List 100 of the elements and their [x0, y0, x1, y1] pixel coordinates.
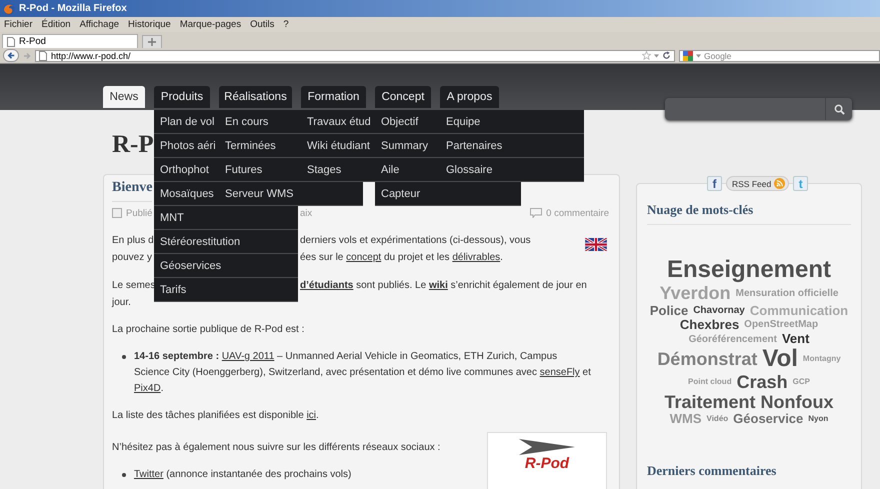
- tag-link[interactable]: Nonfoux: [760, 392, 834, 412]
- paragraph-text: Twitter (annonce instantanée des prochains vols): [134, 468, 352, 482]
- arrow-icon: [519, 439, 575, 455]
- star-icon[interactable]: [642, 51, 651, 60]
- dropdown-item[interactable]: Equipe: [440, 110, 584, 134]
- tag-link[interactable]: Enseignement: [666, 257, 832, 284]
- dropdown-item[interactable]: Summary: [375, 134, 440, 158]
- firefox-icon: [3, 2, 15, 14]
- nav-tab[interactable]: News: [103, 86, 145, 108]
- dropdown-item[interactable]: En cours: [219, 110, 301, 134]
- nav-tab[interactable]: Réalisations: [219, 86, 292, 108]
- menu-item[interactable]: Édition: [42, 19, 71, 30]
- dropdown-item[interactable]: Travaux étud: [301, 110, 375, 134]
- paragraph-text: N’hésitez pas à également nous suivre sur les différents réseaux sociaux :: [112, 441, 442, 455]
- post-date: Publié: [126, 208, 152, 218]
- dropdown-item[interactable]: Stages: [301, 158, 375, 182]
- dropdown-item[interactable]: Géoservices: [154, 254, 298, 278]
- link[interactable]: Twitter: [134, 469, 164, 480]
- nav-tab[interactable]: Produits: [154, 86, 210, 108]
- link[interactable]: d’étudiants: [300, 280, 354, 291]
- back-arrow-icon: [6, 51, 16, 60]
- document-icon: [112, 208, 122, 218]
- search-field[interactable]: [665, 98, 852, 120]
- dropdown-item[interactable]: Objectif: [375, 110, 440, 134]
- caret-icon[interactable]: [654, 54, 659, 58]
- dropdown-item[interactable]: Partenaires: [440, 134, 584, 158]
- site-title: R-P: [112, 130, 154, 160]
- google-icon: [683, 50, 693, 60]
- tag-link[interactable]: Vol: [762, 346, 798, 373]
- dropdown-item[interactable]: MNT: [154, 206, 298, 230]
- tag-link[interactable]: Géoservice: [733, 412, 804, 427]
- tag-link[interactable]: Nyon: [808, 415, 828, 424]
- comment-icon: [530, 208, 542, 218]
- plus-icon: [148, 38, 156, 46]
- tag-link[interactable]: Chavornay: [693, 305, 745, 316]
- dropdown-item[interactable]: Futures: [219, 158, 301, 182]
- dropdown-item[interactable]: Aile: [375, 158, 440, 182]
- nav-tab[interactable]: Formation: [301, 86, 366, 108]
- text-fragment: En plus d: [112, 235, 154, 246]
- dropdown-item[interactable]: Stéréorestitution: [154, 230, 298, 254]
- dropdown-item[interactable]: Plan de vol: [154, 110, 219, 134]
- search-field[interactable]: Google: [679, 50, 880, 62]
- post-title[interactable]: Bienve: [112, 175, 152, 202]
- address-field[interactable]: http://www.r-pod.ch/: [35, 50, 675, 62]
- tag-link[interactable]: Crash: [736, 372, 788, 393]
- back-button[interactable]: [3, 49, 19, 62]
- text-fragment: ées sur le concept du projet et les délivrables.: [300, 252, 503, 263]
- page-icon: [39, 50, 47, 60]
- nav-tab[interactable]: A propos: [440, 86, 499, 108]
- menu-item[interactable]: ?: [283, 19, 289, 30]
- browser-tab[interactable]: R-Pod: [2, 34, 138, 48]
- bullet-icon: [122, 473, 126, 477]
- paragraph-text: 14-16 septembre : UAV-g 2011 – Unmanned Aerial Vehicle in Geomatics, ETH Zurich, Campus Science City (Hoenggerberg), Switzerland, avec présentation et démo live communes avec senseFly et Pix4D.: [134, 350, 592, 396]
- search-icon: [834, 104, 844, 114]
- link[interactable]: Pix4D: [134, 383, 161, 394]
- link[interactable]: senseFly: [540, 367, 580, 378]
- paragraph-text: La liste des tâches planifiées est disponible ici.: [112, 409, 320, 423]
- new-tab-button[interactable]: [142, 35, 162, 48]
- nav-tab[interactable]: Concept: [375, 86, 431, 108]
- dropdown-item[interactable]: Glossaire: [440, 158, 584, 182]
- tag-link[interactable]: Traitement: [664, 392, 756, 412]
- text-fragment: jour.: [112, 297, 132, 308]
- tag-link[interactable]: Police: [650, 304, 688, 318]
- menu-item[interactable]: Affichage: [80, 19, 120, 30]
- dropdown-item[interactable]: Photos aéri: [154, 134, 219, 158]
- tag-link[interactable]: Vent: [782, 332, 810, 346]
- menu-item[interactable]: Fichier: [4, 19, 33, 30]
- dropdown-item[interactable]: Wiki étudiant: [301, 134, 375, 158]
- tag-link[interactable]: Chexbres: [680, 318, 740, 332]
- caret-icon[interactable]: [696, 54, 701, 58]
- logo: R-Pod: [524, 455, 570, 472]
- tag-link[interactable]: Démonstrat: [657, 350, 758, 370]
- post-meta: aix: [300, 208, 312, 218]
- bullet-icon: [122, 355, 126, 359]
- reload-icon[interactable]: [662, 51, 671, 60]
- text-fragment: Le semes: [112, 280, 154, 291]
- menu-item[interactable]: Outils: [250, 19, 274, 30]
- dropdown-item[interactable]: Mosaïques: [154, 182, 219, 206]
- logo-card[interactable]: R-Pod: [487, 432, 607, 489]
- window-title: R-Pod - Mozilla Firefox: [19, 3, 127, 14]
- dropdown-item[interactable]: Terminées: [219, 134, 301, 158]
- flag-icon[interactable]: [585, 238, 607, 251]
- menu-item[interactable]: Historique: [128, 19, 171, 30]
- link[interactable]: ici: [306, 410, 316, 421]
- rss-button[interactable]: RSS Feed: [726, 176, 790, 191]
- paragraph-text: La prochaine sortie publique de R-Pod est :: [112, 323, 306, 337]
- dropdown-item[interactable]: Serveur WMS: [219, 182, 363, 206]
- link[interactable]: wiki: [428, 280, 448, 291]
- text-fragment: pouvez y: [112, 252, 154, 263]
- widget-title: Derniers commentaires: [647, 463, 778, 480]
- link[interactable]: délivrables: [452, 252, 500, 263]
- dropdown-item[interactable]: Orthophot: [154, 158, 219, 182]
- facebook-button[interactable]: f: [707, 176, 722, 191]
- rss-icon: [774, 178, 786, 189]
- dropdown-item[interactable]: Capteur: [375, 182, 521, 206]
- link[interactable]: concept: [346, 252, 382, 263]
- dropdown-item[interactable]: Tarifs: [154, 278, 298, 302]
- menu-item[interactable]: Marque-pages: [180, 19, 242, 30]
- text-fragment: d’étudiants sont publiés. Le wiki s’enrichit également de jour en: [300, 280, 587, 291]
- link[interactable]: UAV-g 2011: [222, 351, 274, 362]
